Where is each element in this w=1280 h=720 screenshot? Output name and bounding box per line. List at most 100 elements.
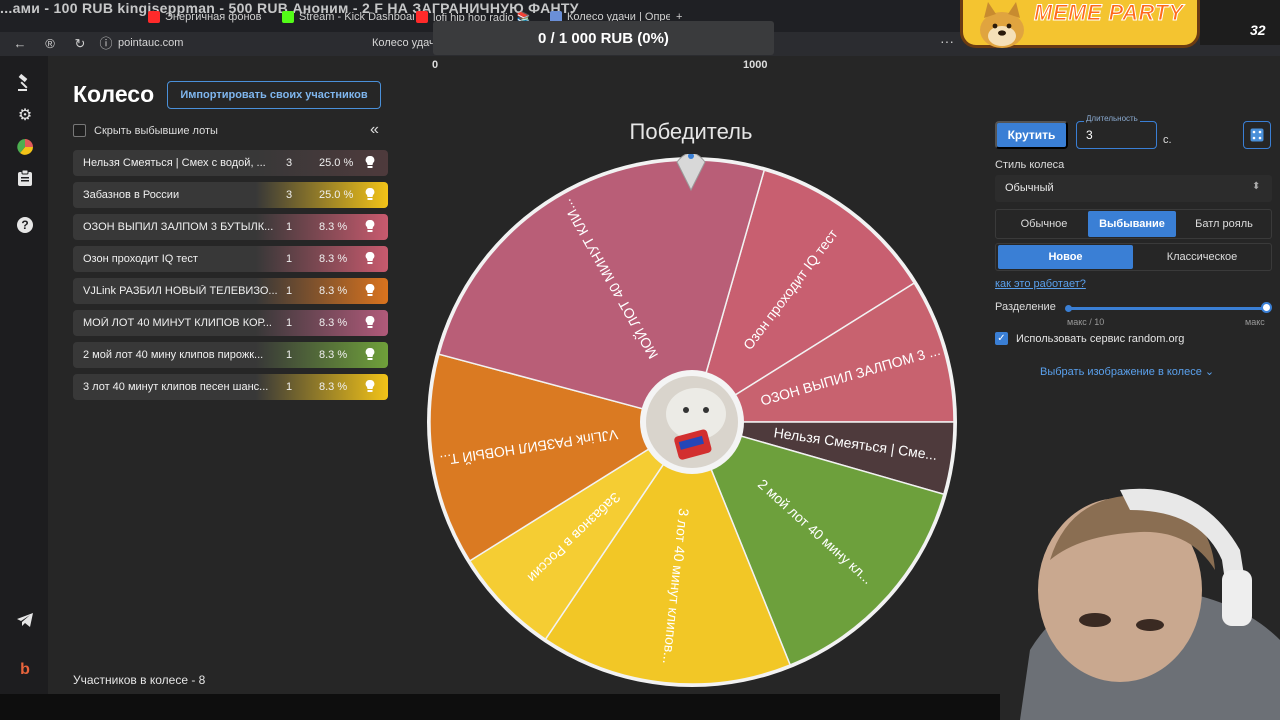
- gear-icon[interactable]: ⚙: [14, 104, 36, 126]
- mode-segmented-control: Обычное Выбывание Батл рояль: [995, 209, 1272, 239]
- dice-icon: [1250, 128, 1264, 142]
- doge-logo-icon: [980, 2, 1024, 48]
- lot-name: ОЗОН ВЫПИЛ ЗАЛПОМ 3 БУТЫЛК...: [83, 221, 274, 233]
- checkbox[interactable]: [73, 124, 86, 137]
- wheel-image-label: Выбрать изображение в колесе: [1040, 366, 1202, 378]
- lot-percent: 8.3 %: [319, 381, 348, 393]
- telegram-icon[interactable]: [14, 609, 36, 631]
- prize-wheel[interactable]: Озон проходит IQ тестОЗОН ВЫПИЛ ЗАЛПОМ 3…: [424, 154, 960, 690]
- sidebar: ⚙ ? b: [0, 56, 48, 694]
- random-org-label: Использовать сервис random.org: [1016, 332, 1185, 345]
- reader-icon[interactable]: ®: [42, 36, 58, 52]
- hide-lots-checkbox[interactable]: Скрыть выбывшие лоты: [73, 124, 218, 137]
- lot-row[interactable]: Забазнов в России 3 25.0 %: [73, 182, 388, 208]
- lot-count: 3: [286, 189, 293, 201]
- lightbulb-icon[interactable]: [363, 347, 377, 363]
- donation-progress: 0 / 1 000 RUB (0%): [433, 21, 774, 55]
- mode-elimination[interactable]: Выбывание: [1088, 211, 1176, 237]
- lightbulb-icon[interactable]: [363, 251, 377, 267]
- lot-row[interactable]: ОЗОН ВЫПИЛ ЗАЛПОМ 3 БУТЫЛК... 1 8.3 %: [73, 214, 388, 240]
- lightbulb-icon[interactable]: [363, 155, 377, 171]
- kick-icon: [282, 11, 294, 23]
- lot-percent: 25.0 %: [319, 157, 354, 169]
- mode-battle-royale[interactable]: Батл рояль: [1180, 211, 1268, 237]
- lot-percent: 8.3 %: [319, 253, 348, 265]
- lot-row[interactable]: Нельзя Смеяться | Смех с водой, ... 3 25.0…: [73, 150, 388, 176]
- lightbulb-icon[interactable]: [363, 379, 377, 395]
- lot-row[interactable]: 2 мой лот 40 мину клипов пирожк... 1 8.3 %: [73, 342, 388, 368]
- hide-lots-label: Скрыть выбывшие лоты: [94, 124, 218, 137]
- duration-unit: с.: [1163, 134, 1172, 146]
- spin-button[interactable]: Крутить: [995, 121, 1068, 149]
- lot-percent: 25.0 %: [319, 189, 354, 201]
- random-org-checkbox[interactable]: ✓ Использовать сервис random.org: [995, 332, 1184, 345]
- wheel-style-label: Стиль колеса: [995, 159, 1065, 171]
- lot-count: 3: [286, 157, 293, 169]
- lot-row[interactable]: Озон проходит IQ тест 1 8.3 %: [73, 246, 388, 272]
- tab-music[interactable]: Энергичная фонов ✕: [148, 6, 270, 28]
- split-slider-start: [1065, 305, 1072, 312]
- split-slider-track[interactable]: [1068, 307, 1267, 310]
- lot-percent: 8.3 %: [319, 285, 348, 297]
- streamer-webcam: [1000, 470, 1280, 720]
- lot-name: Озон проходит IQ тест: [83, 253, 198, 265]
- lot-name: 2 мой лот 40 мину клипов пирожк...: [83, 349, 264, 361]
- youtube-icon: [416, 11, 428, 23]
- lightbulb-icon[interactable]: [363, 315, 377, 331]
- lot-name: VJLink РАЗБИЛ НОВЫЙ ТЕЛЕВИЗО...: [83, 285, 278, 297]
- overlay-panel: [1200, 0, 1280, 45]
- tab-label: Stream - Kick Dashboard: [299, 11, 414, 23]
- more-icon[interactable]: ···: [940, 33, 954, 49]
- how-it-works-link[interactable]: как это работает?: [995, 278, 1086, 290]
- participants-count: Участников в колесе - 8: [73, 673, 206, 687]
- url-text[interactable]: pointauc.com: [118, 37, 183, 49]
- address-page-title: Колесо удачи: [372, 37, 441, 49]
- back-icon[interactable]: ←: [12, 36, 28, 52]
- help-icon[interactable]: ?: [14, 214, 36, 236]
- site-info-icon[interactable]: ⓘ: [98, 36, 114, 52]
- select-arrow-icon: ⬍: [1252, 181, 1261, 192]
- lot-count: 1: [286, 221, 293, 233]
- tab-label: Энергичная фонов: [165, 11, 262, 23]
- submode-classic[interactable]: Классическое: [1135, 245, 1269, 269]
- collapse-panel-icon[interactable]: «: [370, 121, 379, 139]
- mode-normal[interactable]: Обычное: [1004, 211, 1084, 237]
- wheel-chart-icon[interactable]: [14, 136, 36, 158]
- winner-label: Победитель: [629, 119, 753, 144]
- lightbulb-icon[interactable]: [363, 187, 377, 203]
- tab-kick-dashboard[interactable]: Stream - Kick Dashboard: [282, 6, 414, 28]
- duration-label: Длительность: [1084, 114, 1140, 123]
- progress-max: 1000: [743, 59, 768, 71]
- import-participants-button[interactable]: Импортировать своих участников: [167, 81, 381, 109]
- lot-count: 1: [286, 253, 293, 265]
- lightbulb-icon[interactable]: [363, 219, 377, 235]
- lot-row[interactable]: МОЙ ЛОТ 40 МИНУТ КЛИПОВ КОР... 1 8.3 %: [73, 310, 388, 336]
- lot-count: 1: [286, 349, 293, 361]
- lot-name: Нельзя Смеяться | Смех с водой, ...: [83, 157, 266, 169]
- duration-value[interactable]: 3: [1086, 128, 1093, 142]
- split-slider-thumb[interactable]: [1261, 302, 1272, 313]
- checkmark-icon[interactable]: ✓: [995, 332, 1008, 345]
- lot-percent: 8.3 %: [319, 349, 348, 361]
- randomize-button[interactable]: [1243, 121, 1271, 149]
- youtube-icon: [148, 11, 160, 23]
- lot-count: 1: [286, 381, 293, 393]
- brand-icon[interactable]: b: [14, 659, 36, 681]
- submode-new[interactable]: Новое: [998, 245, 1133, 269]
- page-title: Колесо: [73, 81, 155, 107]
- lot-row[interactable]: 3 лот 40 минут клипов песен шанс... 1 8.3 …: [73, 374, 388, 400]
- lot-count: 1: [286, 317, 293, 329]
- lot-name: МОЙ ЛОТ 40 МИНУТ КЛИПОВ КОР...: [83, 317, 272, 329]
- lot-name: 3 лот 40 минут клипов песен шанс...: [83, 381, 269, 393]
- submode-segmented-control: Новое Классическое: [995, 243, 1272, 271]
- clipboard-icon[interactable]: [14, 167, 36, 189]
- auction-hammer-icon[interactable]: [14, 72, 36, 94]
- reload-icon[interactable]: ↻: [72, 36, 88, 52]
- wheel-style-select[interactable]: Обычный: [995, 175, 1272, 202]
- meme-party-title: MEME PARTY: [1034, 0, 1184, 26]
- lot-count: 1: [286, 285, 293, 297]
- lot-row[interactable]: VJLink РАЗБИЛ НОВЫЙ ТЕЛЕВИЗО... 1 8.3 %: [73, 278, 388, 304]
- wheel-image-select[interactable]: Выбрать изображение в колесе ⌄: [1040, 365, 1214, 378]
- split-max-label: макс: [1245, 317, 1265, 327]
- lightbulb-icon[interactable]: [363, 283, 377, 299]
